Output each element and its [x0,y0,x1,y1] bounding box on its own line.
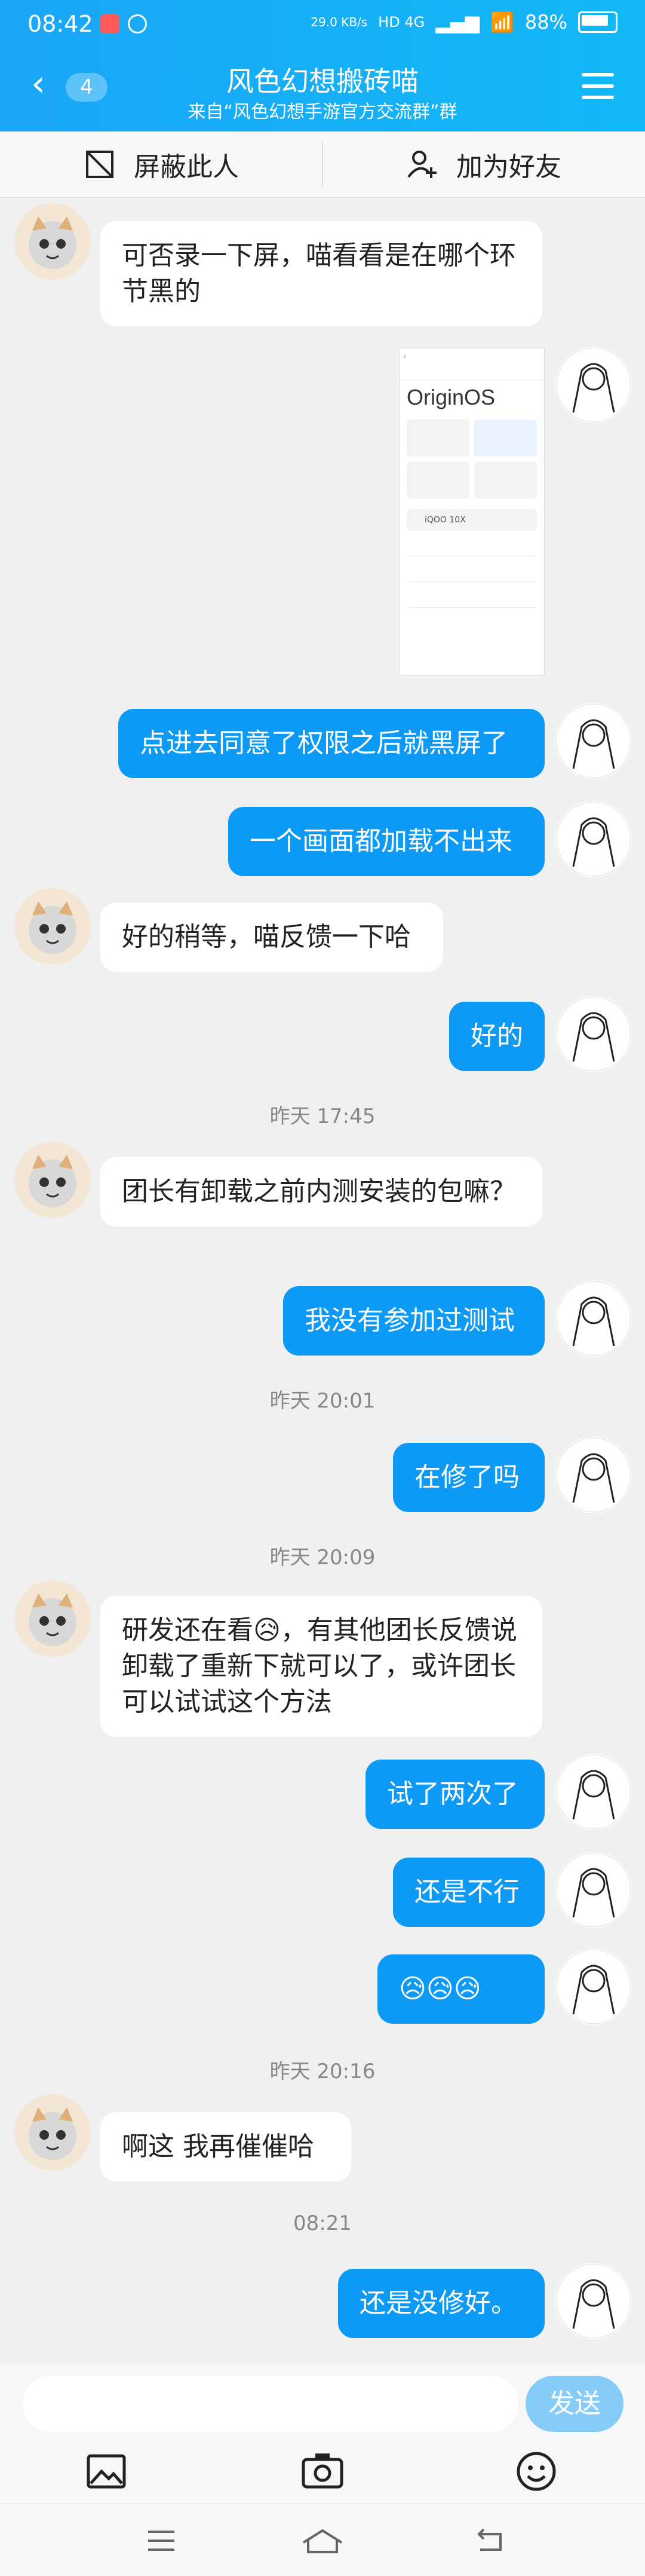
cat-avatar[interactable] [14,1580,91,1657]
recent-apps-icon[interactable] [143,2526,179,2556]
add-friend-button[interactable]: 加为好友 [322,131,645,197]
message-bubble-outgoing[interactable]: 试了两次了 [366,1760,545,1829]
status-time: 08:42 [27,11,93,37]
action-bar: 屏蔽此人 加为好友 [0,131,645,198]
block-user-button[interactable]: 屏蔽此人 [0,131,322,197]
timestamp: 昨天 20:16 [269,2060,376,2084]
user-avatar[interactable] [555,801,632,877]
image-picker-icon[interactable] [82,2447,130,2495]
message-bubble-incoming[interactable]: 好的稍等，喵反馈一下哈 [100,902,443,972]
timestamp: 昨天 20:09 [269,1546,376,1570]
cat-avatar[interactable] [14,2094,91,2171]
add-friend-label: 加为好友 [456,152,561,182]
user-avatar[interactable] [555,347,632,423]
screenshot-os-label: OriginOS [407,385,496,409]
chat-title: 风色幻想搬砖喵 [226,65,419,97]
user-avatar[interactable] [555,1754,632,1830]
message-bubble-incoming[interactable]: 团长有卸载之前内测安装的包嘛？ [100,1157,542,1226]
timestamp: 昨天 17:45 [269,1105,376,1128]
message-bubble-incoming[interactable]: 可否录一下屏，喵看看是在哪个环节黑的 [100,221,542,326]
app-notification-icon [128,14,147,33]
menu-icon[interactable] [582,73,614,100]
message-bubble-incoming[interactable]: 研发还在看😥，有其他团长反馈说卸载了重新下就可以了，或许团长可以试试这个方法 [100,1596,542,1737]
message-bubble-outgoing[interactable]: 😥😥😥 [377,1954,545,2024]
user-avatar[interactable] [555,703,632,779]
send-button[interactable]: 发送 [526,2376,624,2432]
user-avatar[interactable] [555,1948,632,2025]
message-input[interactable] [23,2376,518,2432]
message-bubble-outgoing[interactable]: 点进去同意了权限之后就黑屏了 [118,709,545,778]
battery-percent: 88% [524,11,567,33]
cat-avatar[interactable] [14,1142,91,1218]
chat-subtitle: 来自“风色幻想手游官方交流群”群 [188,102,457,123]
timestamp: 昨天 20:01 [269,1389,376,1413]
message-bubble-outgoing[interactable]: 在修了吗 [393,1443,545,1512]
user-avatar[interactable] [555,1280,632,1357]
netease-icon [100,14,119,33]
message-bubble-outgoing[interactable]: 好的 [449,1002,545,1071]
cat-avatar[interactable] [14,888,91,965]
message-bubble-outgoing[interactable]: 我没有参加过测试 [283,1286,545,1356]
signal-label: HD 4G [378,14,425,30]
user-avatar[interactable] [555,2263,632,2339]
timestamp: 08:21 [293,2211,352,2235]
back-icon[interactable] [472,2526,508,2556]
status-right: 29.0 KB/s HD 4G ▂▄▆ 📶 88% [311,11,618,33]
message-bubble-outgoing[interactable]: 还是不行 [393,1858,545,1927]
header: 08:42 29.0 KB/s HD 4G ▂▄▆ 📶 88% ‹ 4 风色幻想… [0,0,645,131]
message-bubble-outgoing[interactable]: 还是没修好。 [338,2269,545,2338]
status-bar: 08:42 29.0 KB/s HD 4G ▂▄▆ 📶 88% [0,0,645,54]
camera-icon[interactable] [299,2447,346,2495]
user-avatar[interactable] [555,1852,632,1928]
wifi-icon: 📶 [490,11,514,33]
message-bubble-incoming[interactable]: 啊这 我再催催哈 [100,2112,351,2182]
user-avatar[interactable] [555,996,632,1072]
block-icon [86,151,113,178]
net-speed: 29.0 KB/s [311,15,368,29]
shared-screenshot-image[interactable]: ‹ OriginOS iQOO 10X [399,348,545,675]
battery-icon [578,11,618,33]
signal-icon: ▂▄▆ [435,11,480,33]
user-avatar[interactable] [555,1437,632,1513]
cat-avatar[interactable] [14,203,91,280]
message-bubble-outgoing[interactable]: 一个画面都加载不出来 [228,807,545,876]
block-label: 屏蔽此人 [134,152,239,182]
add-friend-icon [407,151,437,178]
emoji-icon[interactable] [512,2447,560,2495]
nav-bar: ‹ 4 风色幻想搬砖喵 来自“风色幻想手游官方交流群”群 [0,60,645,126]
system-nav-bar [0,2504,645,2576]
home-icon[interactable] [299,2526,346,2556]
screenshot-device-name: iQOO 10X [407,509,537,531]
